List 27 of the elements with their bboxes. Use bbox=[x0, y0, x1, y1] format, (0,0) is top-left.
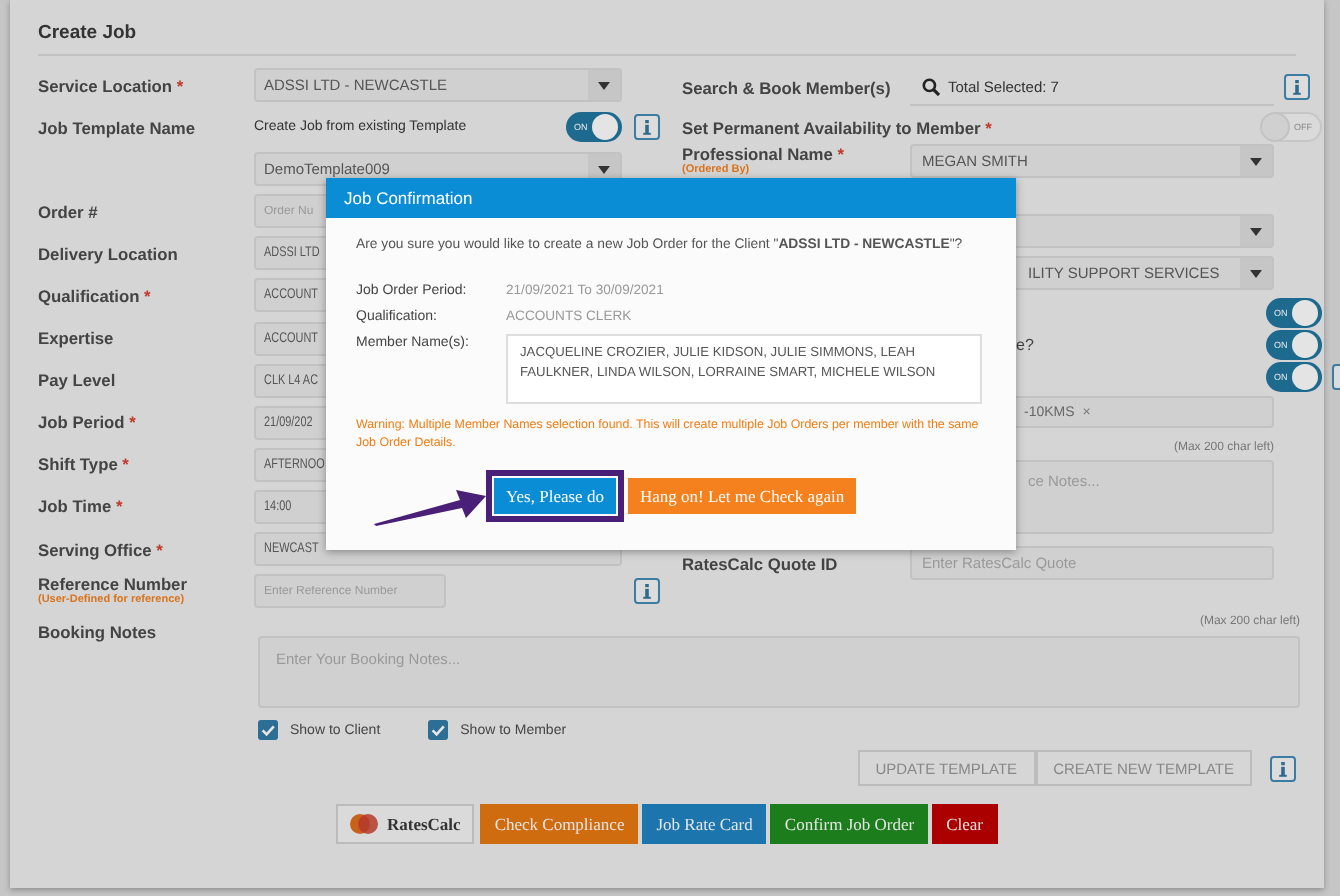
field-label: Set Permanent Availability to Member * bbox=[682, 117, 994, 137]
field-label: RatesCalc Quote ID bbox=[682, 553, 840, 573]
field-label: Pay Level bbox=[38, 370, 118, 391]
action-button[interactable]: Job Rate Card bbox=[642, 804, 767, 845]
field-label: Booking Notes bbox=[38, 620, 159, 647]
field-label: e? bbox=[1016, 336, 1034, 354]
ratescalc-button[interactable]: RatesCalc bbox=[336, 804, 475, 845]
action-button[interactable]: Clear bbox=[932, 804, 998, 845]
field-label: Service Location * bbox=[38, 75, 186, 95]
action-button[interactable]: Check Compliance bbox=[480, 804, 639, 845]
field-label: Serving Office * bbox=[38, 539, 165, 560]
field-label: Expertise bbox=[38, 328, 116, 349]
field-label: Search & Book Member(s) bbox=[682, 77, 893, 97]
action-button[interactable]: Confirm Job Order bbox=[770, 804, 929, 845]
field-label: Qualification * bbox=[38, 285, 153, 306]
field-label: Job Time * bbox=[38, 496, 125, 517]
field-label: Reference Number bbox=[38, 574, 189, 595]
dialog-button[interactable]: Yes, Please do bbox=[494, 478, 616, 514]
field-label: Shift Type * bbox=[38, 454, 131, 475]
field-label: Order # bbox=[38, 201, 100, 222]
field-label: Job Period * bbox=[38, 412, 138, 433]
field-label: Professional Name * bbox=[682, 144, 846, 164]
page-title: Create Job bbox=[38, 0, 1296, 56]
dialog-title: Job Confirmation bbox=[326, 178, 1016, 218]
field-label: Job Template Name bbox=[38, 117, 197, 138]
field-label: Delivery Location bbox=[38, 243, 180, 264]
dialog-button[interactable]: Hang on! Let me Check again bbox=[627, 478, 857, 514]
